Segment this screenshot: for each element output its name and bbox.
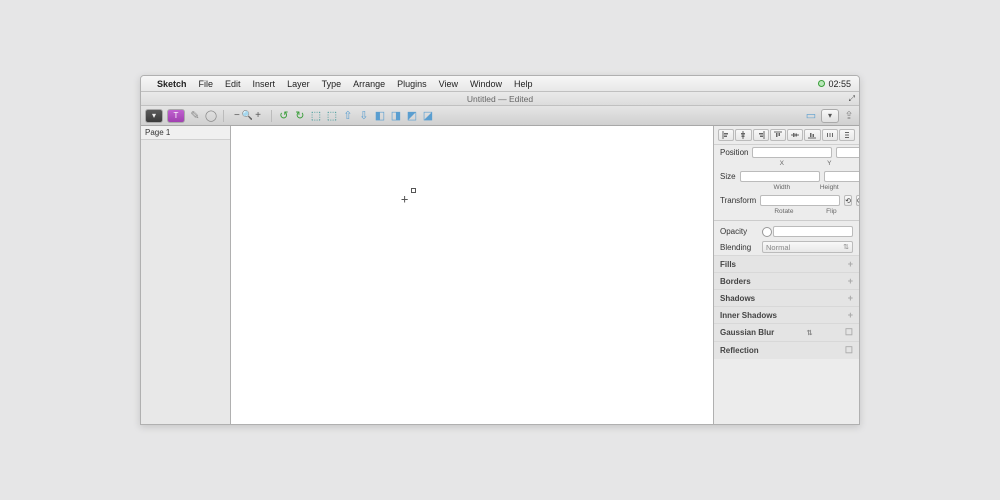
add-border-icon[interactable]: +	[848, 276, 853, 286]
menu-arrange[interactable]: Arrange	[347, 79, 391, 89]
rotate-right-icon[interactable]: ↻	[294, 110, 306, 122]
status-indicator-icon	[818, 80, 825, 87]
app-menu[interactable]: Sketch	[151, 79, 193, 89]
menubar: Sketch File Edit Insert Layer Type Arran…	[141, 76, 859, 92]
y-sublabel: Y	[806, 160, 854, 167]
shapes-tool-button[interactable]: ▾	[145, 109, 163, 123]
backward-icon[interactable]: ⇩	[358, 110, 370, 122]
reflection-section-header[interactable]: Reflection☐	[714, 341, 859, 359]
transform-label: Transform	[720, 196, 756, 205]
alignment-controls	[714, 126, 859, 145]
opacity-slider[interactable]	[762, 230, 769, 233]
add-fill-icon[interactable]: +	[848, 259, 853, 269]
export-icon[interactable]: ⇪	[843, 110, 855, 122]
toolbar: ▾ T ✎ ◯ − 🔍 + ↺ ↻ ⬚ ⬚ ⇧ ⇩ ◧ ◨ ◩ ◪ ▭ ▾ ⇪	[141, 106, 859, 126]
vector-tool-icon[interactable]: ✎	[189, 110, 201, 122]
union-icon[interactable]: ◧	[374, 110, 386, 122]
height-field[interactable]	[824, 171, 859, 182]
align-top-button[interactable]	[770, 129, 786, 141]
add-shadow-icon[interactable]: +	[848, 293, 853, 303]
chevron-updown-icon: ⇅	[843, 243, 849, 251]
opacity-label: Opacity	[720, 227, 758, 236]
main-area: Page 1 + Position XY Si	[141, 126, 859, 424]
flip-sublabel: Flip	[810, 208, 853, 215]
zoom-in-button[interactable]: +	[255, 110, 261, 121]
reflection-toggle-icon[interactable]: ☐	[845, 345, 853, 356]
menu-window[interactable]: Window	[464, 79, 508, 89]
align-center-v-button[interactable]	[787, 129, 803, 141]
intersect-icon[interactable]: ◩	[406, 110, 418, 122]
subtract-icon[interactable]: ◨	[390, 110, 402, 122]
opacity-field[interactable]	[773, 226, 853, 237]
artboard-tool-icon[interactable]: ◯	[205, 110, 217, 122]
x-sublabel: X	[758, 160, 806, 167]
crosshair-cursor-icon: +	[401, 196, 408, 202]
canvas[interactable]: +	[231, 126, 714, 424]
menu-plugins[interactable]: Plugins	[391, 79, 433, 89]
menu-edit[interactable]: Edit	[219, 79, 247, 89]
height-sublabel: Height	[806, 184, 854, 191]
shadows-section-header[interactable]: Shadows+	[714, 289, 859, 306]
view-mode-button[interactable]: ▾	[821, 109, 839, 123]
page-item[interactable]: Page 1	[141, 126, 230, 140]
menu-help[interactable]: Help	[508, 79, 539, 89]
add-inner-shadow-icon[interactable]: +	[848, 310, 853, 320]
rotate-sublabel: Rotate	[758, 208, 810, 215]
mirror-icon[interactable]: ▭	[805, 110, 817, 122]
width-field[interactable]	[740, 171, 820, 182]
zoom-icon[interactable]: 🔍	[242, 110, 253, 121]
inner-shadows-section-header[interactable]: Inner Shadows+	[714, 306, 859, 323]
menubar-clock: 02:55	[818, 79, 855, 89]
width-sublabel: Width	[758, 184, 806, 191]
blending-label: Blending	[720, 243, 758, 252]
align-center-h-button[interactable]	[735, 129, 751, 141]
menu-view[interactable]: View	[433, 79, 464, 89]
flip-vertical-button[interactable]: ⟳	[856, 195, 859, 206]
position-label: Position	[720, 148, 748, 157]
distribute-h-button[interactable]	[822, 129, 838, 141]
difference-icon[interactable]: ◪	[422, 110, 434, 122]
distribute-v-button[interactable]	[839, 129, 855, 141]
rotate-left-icon[interactable]: ↺	[278, 110, 290, 122]
layers-sidebar[interactable]: Page 1	[141, 126, 231, 424]
blur-chevron-icon: ⇅	[807, 329, 813, 337]
blur-toggle-icon[interactable]: ☐	[845, 327, 853, 338]
app-window: Sketch File Edit Insert Layer Type Arran…	[140, 75, 860, 425]
size-label: Size	[720, 172, 736, 181]
align-right-button[interactable]	[753, 129, 769, 141]
flip-horizontal-button[interactable]: ⟲	[844, 195, 852, 206]
zoom-out-button[interactable]: −	[234, 110, 240, 121]
position-y-field[interactable]	[836, 147, 859, 158]
clock-time: 02:55	[828, 79, 851, 89]
window-title: Untitled — Edited	[467, 94, 533, 104]
ungroup-icon[interactable]: ⬚	[326, 110, 338, 122]
zoom-controls: − 🔍 +	[234, 110, 261, 121]
inspector-panel: Position XY Size WidthHeight Transform ⟲…	[714, 126, 859, 424]
align-left-button[interactable]	[718, 129, 734, 141]
position-x-field[interactable]	[752, 147, 832, 158]
menu-layer[interactable]: Layer	[281, 79, 316, 89]
group-icon[interactable]: ⬚	[310, 110, 322, 122]
menu-file[interactable]: File	[193, 79, 220, 89]
window-titlebar: Untitled — Edited ⤢	[141, 92, 859, 106]
fills-section-header[interactable]: Fills+	[714, 255, 859, 272]
blending-select[interactable]: Normal ⇅	[762, 241, 853, 253]
fullscreen-icon[interactable]: ⤢	[849, 94, 855, 104]
blending-value: Normal	[766, 243, 790, 252]
borders-section-header[interactable]: Borders+	[714, 272, 859, 289]
text-tool-button[interactable]: T	[167, 109, 185, 123]
forward-icon[interactable]: ⇧	[342, 110, 354, 122]
menu-type[interactable]: Type	[316, 79, 348, 89]
menu-insert[interactable]: Insert	[247, 79, 282, 89]
rotate-field[interactable]	[760, 195, 840, 206]
align-bottom-button[interactable]	[804, 129, 820, 141]
gaussian-blur-section-header[interactable]: Gaussian Blur⇅☐	[714, 323, 859, 341]
